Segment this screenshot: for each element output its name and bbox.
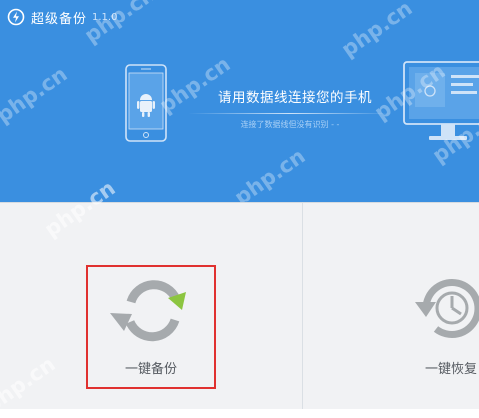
restore-label[interactable]: 一键恢复: [425, 358, 479, 377]
connect-status-link[interactable]: 连接了数据线但没有识别 - -: [215, 119, 365, 130]
connection-header: 超级备份 1.1.0 请用数据线连接您的手机 连接了数据线但没有识别 - - p…: [0, 0, 479, 202]
watermark-text: php.cn: [337, 0, 417, 62]
app-version: 1.1.0: [92, 11, 118, 23]
connect-message: 请用数据线连接您的手机: [218, 90, 372, 106]
connection-line: [188, 113, 392, 114]
app-logo-icon: [7, 8, 25, 26]
computer-monitor-icon: [403, 61, 479, 140]
app-title: 超级备份: [31, 11, 88, 27]
watermark-text: php.cn: [230, 143, 310, 202]
android-phone-icon: [125, 64, 167, 142]
watermark-text: php.cn: [0, 61, 72, 128]
restore-clock-icon[interactable]: [412, 272, 479, 344]
app-title-bar: 超级备份 1.1.0: [7, 7, 117, 27]
backup-button-highlight[interactable]: [86, 265, 216, 389]
